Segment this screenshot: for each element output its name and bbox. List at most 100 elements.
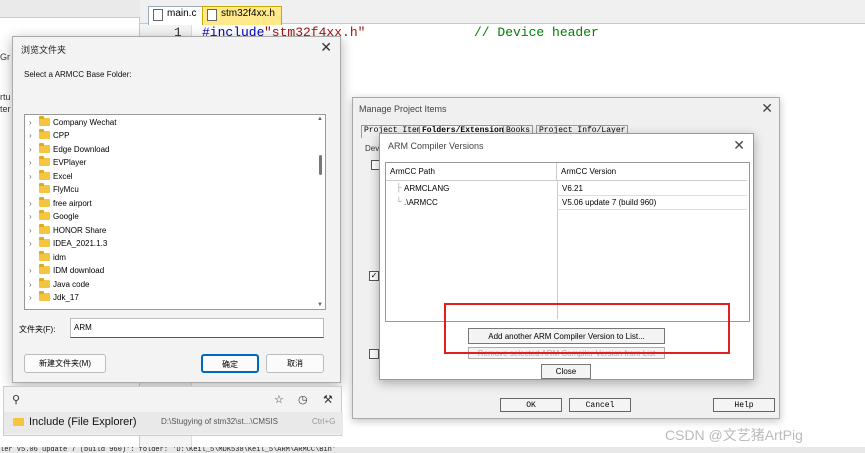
folder-icon — [39, 237, 50, 247]
folder-label: CPP — [53, 131, 70, 140]
folder-icon — [39, 251, 50, 261]
folder-icon — [13, 418, 24, 426]
checkbox[interactable] — [369, 349, 379, 359]
folder-item[interactable]: FlyMcu — [39, 183, 79, 196]
folder-item[interactable]: › Java code — [29, 278, 90, 291]
scrollbar-thumb[interactable] — [319, 155, 322, 175]
help-button[interactable]: Help — [713, 398, 775, 412]
code-comment: // Device header — [474, 25, 599, 40]
chevron-right-icon[interactable]: › — [29, 210, 32, 223]
folder-item[interactable]: › Edge Download — [29, 143, 110, 156]
compiler-path[interactable]: .\ARMCC — [404, 196, 438, 209]
folder-item[interactable]: › IDEA_2021.1.3 — [29, 237, 108, 250]
close-button[interactable]: Close — [541, 364, 591, 379]
close-icon[interactable]: ✕ — [733, 137, 745, 154]
tree-connector: └ — [396, 197, 402, 206]
chevron-right-icon[interactable]: › — [29, 291, 32, 304]
history-icon[interactable]: ◷ — [298, 393, 308, 406]
project-pane-fragment: Gr — [0, 52, 10, 62]
folder-icon — [39, 291, 50, 301]
folder-item[interactable]: › Google — [29, 210, 79, 223]
folder-label: Java code — [53, 280, 90, 289]
folder-icon — [39, 210, 50, 220]
status-bar: ler V5.06 update 7 (build 960)': folder:… — [0, 447, 865, 453]
project-pane-fragment: ter — [0, 104, 11, 114]
folder-item[interactable]: › HONOR Share — [29, 224, 106, 237]
suggestion-path: D:\Stugying of stm32\st...\CMSIS — [161, 417, 278, 426]
close-icon[interactable]: ✕ — [320, 39, 332, 56]
close-icon[interactable]: ✕ — [761, 100, 773, 117]
file-icon — [207, 9, 217, 21]
folder-field-label: 文件夹(F): — [19, 325, 56, 334]
folder-label: IDM download — [53, 266, 105, 275]
folder-icon — [39, 129, 50, 139]
folder-icon — [39, 278, 50, 288]
folder-icon — [39, 224, 50, 234]
search-icon[interactable]: ⚲ — [12, 393, 20, 406]
chevron-right-icon[interactable]: › — [29, 278, 32, 291]
row-divider — [557, 209, 747, 210]
chevron-right-icon[interactable]: › — [29, 116, 32, 129]
folder-item[interactable]: › free airport — [29, 197, 92, 210]
folder-item[interactable]: › Jdk_17 — [29, 291, 79, 304]
project-pane-header — [0, 0, 140, 18]
tools-icon[interactable]: ⚒ — [323, 393, 333, 406]
chevron-right-icon[interactable]: › — [29, 143, 32, 156]
cancel-button[interactable]: 取消 — [266, 354, 324, 373]
column-header-version[interactable]: ArmCC Version — [557, 163, 747, 181]
folder-item[interactable]: › EVPlayer — [29, 156, 87, 169]
browse-folder-dialog: 浏览文件夹 ✕ Select a ARMCC Base Folder: › Com… — [12, 36, 341, 383]
folder-label: Excel — [53, 172, 73, 181]
tab-label: main.c — [167, 8, 197, 19]
project-pane-fragment: rtu — [0, 92, 11, 102]
ok-button[interactable]: OK — [500, 398, 562, 412]
folder-label: free airport — [53, 199, 92, 208]
column-divider — [557, 181, 558, 319]
folder-label: Company Wechat — [53, 118, 117, 127]
folder-input[interactable]: ARM — [70, 318, 324, 338]
folder-label: EVPlayer — [53, 158, 87, 167]
new-folder-button[interactable]: 新建文件夹(M) — [24, 354, 106, 373]
watermark: CSDN @文艺猪ArtPig — [665, 427, 803, 443]
chevron-right-icon[interactable]: › — [29, 224, 32, 237]
tab-stm32f4xx-h[interactable]: stm32f4xx.h — [202, 6, 282, 25]
dialog-title: 浏览文件夹 — [21, 45, 67, 55]
compiler-version[interactable]: V6.21 — [562, 182, 583, 195]
chevron-right-icon[interactable]: › — [29, 237, 32, 250]
cancel-button[interactable]: Cancel — [569, 398, 631, 412]
folder-icon — [39, 170, 50, 180]
chevron-right-icon[interactable]: › — [29, 129, 32, 142]
suggestion-item[interactable]: Include (File Explorer) D:\Stugying of s… — [4, 412, 343, 434]
folder-icon — [39, 264, 50, 274]
folder-label: IDEA_2021.1.3 — [53, 239, 108, 248]
folder-icon — [39, 183, 50, 193]
folder-item[interactable]: › IDM download — [29, 264, 105, 277]
chevron-right-icon[interactable]: › — [29, 264, 32, 277]
folder-item[interactable]: › Excel — [29, 170, 73, 183]
star-icon[interactable]: ☆ — [274, 393, 284, 406]
dialog-prompt: Select a ARMCC Base Folder: — [24, 70, 132, 79]
suggestion-shortcut: Ctrl+G — [312, 417, 336, 426]
compiler-path[interactable]: ARMCLANG — [404, 182, 449, 195]
compiler-version[interactable]: V5.06 update 7 (build 960) — [562, 196, 656, 209]
ok-button[interactable]: 确定 — [201, 354, 259, 373]
scroll-up-icon[interactable]: ▲ — [317, 116, 323, 122]
folder-icon — [39, 156, 50, 166]
checkbox-checked[interactable]: ✓ — [369, 271, 379, 281]
chevron-right-icon[interactable]: › — [29, 197, 32, 210]
suggestion-name: Include (File Explorer) — [29, 416, 137, 428]
folder-item[interactable]: › CPP — [29, 129, 70, 142]
column-header-path[interactable]: ArmCC Path — [386, 163, 557, 181]
chevron-right-icon[interactable]: › — [29, 170, 32, 183]
folder-item[interactable]: › Company Wechat — [29, 116, 117, 129]
folder-item[interactable]: idm — [39, 251, 66, 264]
chevron-right-icon[interactable]: › — [29, 156, 32, 169]
folder-label: Jdk_17 — [53, 293, 79, 302]
folder-label: Edge Download — [53, 145, 110, 154]
scroll-down-icon[interactable]: ▼ — [317, 302, 323, 308]
folder-tree[interactable]: › Company Wechat › CPP › Edge Download › EVP… — [24, 114, 326, 310]
tab-main-c[interactable]: main.c — [148, 6, 204, 25]
dialog-title: Manage Project Items — [359, 104, 447, 114]
highlight-annotation — [444, 303, 730, 354]
compiler-table[interactable]: ArmCC Path ArmCC Version ├ ARMCLANG V6.2… — [385, 162, 750, 322]
